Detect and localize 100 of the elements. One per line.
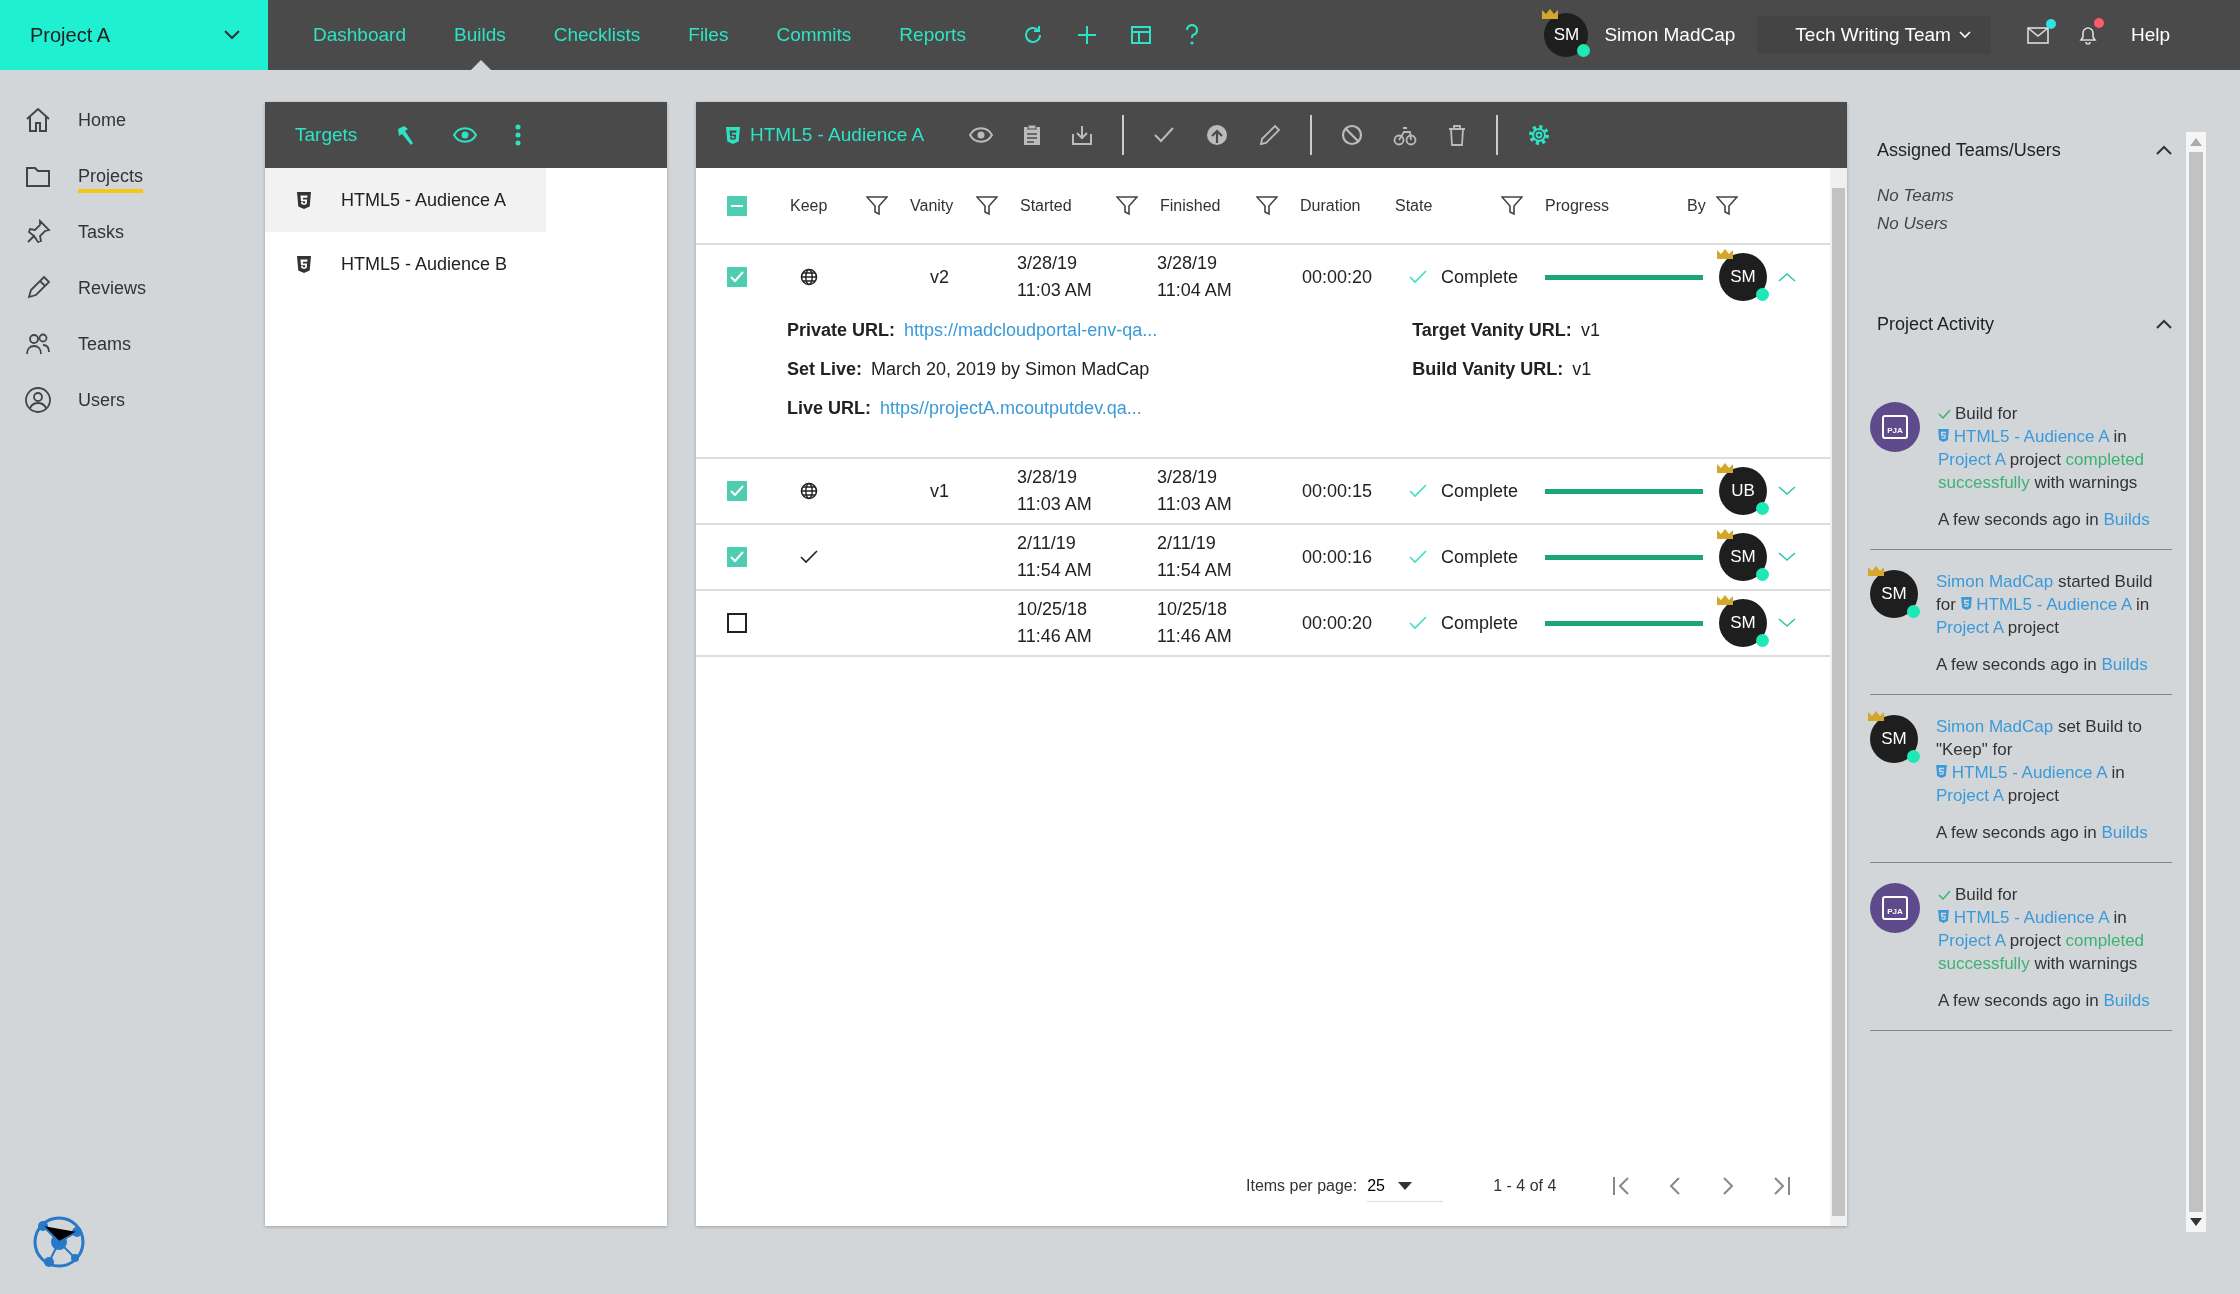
activity-time: A few seconds ago in Builds <box>1936 822 2149 844</box>
team-selector[interactable]: Tech Writing Team <box>1757 16 1991 54</box>
check-icon <box>1938 409 1951 419</box>
sidebar-item[interactable]: Projects <box>78 165 144 193</box>
duration-text: 00:00:15 <box>1302 480 1373 501</box>
project-avatar: PJA <box>1870 402 1920 452</box>
finished-cell-text: 10/25/18 11:46 AM <box>1156 598 1233 648</box>
empty-note: No Teams <box>1877 186 1955 206</box>
hammer-icon[interactable] <box>395 124 416 146</box>
finished-cell-text: 2/11/19 11:54 AM <box>1156 532 1233 582</box>
nav-tab[interactable]: Reports <box>899 0 992 70</box>
column-header: Keep <box>790 196 828 215</box>
more-icon[interactable] <box>515 124 522 146</box>
trash-icon[interactable] <box>1447 124 1468 146</box>
bicycle-icon[interactable] <box>1393 124 1418 146</box>
clipboard-icon[interactable] <box>1023 124 1042 146</box>
help-icon[interactable] <box>1183 23 1200 47</box>
nav-tab[interactable]: Files <box>688 0 755 70</box>
page-size-select[interactable]: 25 <box>1367 1170 1444 1202</box>
started-cell-text: 10/25/18 11:46 AM <box>1016 598 1093 648</box>
activity-time: A few seconds ago in Builds <box>1938 990 2151 1012</box>
keep-checkbox[interactable] <box>727 613 747 633</box>
collapse-icon[interactable] <box>2156 145 2172 155</box>
scrollbar[interactable] <box>1830 168 1847 1226</box>
column-header: Vanity <box>910 196 954 215</box>
finished-cell-text: 3/28/19 11:03 AM <box>1156 466 1233 516</box>
finished-cell-text: 3/28/19 11:04 AM <box>1156 252 1233 302</box>
html5-icon <box>1938 429 1949 442</box>
filter-icon[interactable] <box>866 195 888 216</box>
ban-icon[interactable] <box>1341 124 1364 146</box>
started-cell-text: 2/11/19 11:54 AM <box>1016 532 1093 582</box>
detail-label: Build Vanity URL: <box>1412 358 1564 380</box>
section-title: Assigned Teams/Users <box>1877 139 2061 161</box>
target-item[interactable]: HTML5 - Audience B <box>265 232 546 296</box>
caret-icon <box>1398 1181 1413 1190</box>
nav-tab[interactable]: Commits <box>776 0 878 70</box>
keep-checkbox[interactable] <box>727 547 747 567</box>
collapse-icon[interactable] <box>2156 319 2172 329</box>
sidebar-item[interactable]: Users <box>78 389 125 417</box>
check-icon <box>800 550 818 564</box>
keep-checkbox[interactable] <box>727 267 747 287</box>
sidebar-item[interactable]: Tasks <box>78 221 124 249</box>
sidebar-item[interactable]: Reviews <box>78 277 147 305</box>
column-header: Finished <box>1160 196 1221 215</box>
nav-tab[interactable]: Checklists <box>553 0 667 70</box>
activity-text: Build for HTML5 - Audience A in Project A project completed successfully with warnings <box>1938 884 2146 975</box>
globe-upload-icon[interactable] <box>1205 123 1230 147</box>
detail-value: v1 <box>1580 319 1600 341</box>
plus-icon[interactable] <box>1075 24 1098 46</box>
html5-icon <box>1938 910 1949 923</box>
layout-icon[interactable] <box>1129 24 1152 46</box>
globe-icon <box>800 482 818 500</box>
globe-icon <box>800 268 818 286</box>
started-cell-text: 3/28/19 11:03 AM <box>1016 466 1093 516</box>
project-avatar: PJA <box>1870 883 1920 933</box>
url-link[interactable]: https//projectA.mcoutputdev.qa... <box>880 397 1142 419</box>
panel-title: HTML5 - Audience A <box>750 124 925 146</box>
check-icon <box>1409 616 1427 630</box>
sidebar-icon <box>24 106 52 134</box>
eye-icon[interactable] <box>969 127 994 143</box>
help-link[interactable]: Help <box>2130 24 2170 46</box>
filter-icon[interactable] <box>1715 195 1738 216</box>
filter-icon[interactable] <box>1501 195 1523 216</box>
activity-text: Simon MadCap started Build for HTML5 - Audience A in Project A project <box>1936 571 2154 639</box>
column-header: Progress <box>1545 196 1610 215</box>
state-text: Complete <box>1441 546 1519 568</box>
column-header: By <box>1687 196 1706 215</box>
url-link[interactable]: https://madcloudportal-env-qa... <box>904 319 1158 341</box>
scrollbar[interactable] <box>2186 132 2206 1232</box>
settings-icon[interactable] <box>1527 123 1552 147</box>
check-icon[interactable] <box>1153 126 1176 144</box>
scroll-down-icon[interactable] <box>2190 1218 2202 1226</box>
filter-icon[interactable] <box>1116 195 1138 216</box>
empty-note: No Users <box>1877 214 1949 234</box>
detail-label: Set Live: <box>787 358 863 380</box>
eye-icon[interactable] <box>453 127 478 143</box>
activity-time: A few seconds ago in Builds <box>1936 654 2149 676</box>
project-selector[interactable]: Project A <box>0 0 268 70</box>
filter-icon[interactable] <box>1256 195 1278 216</box>
target-item[interactable]: HTML5 - Audience A <box>265 168 546 232</box>
filter-icon[interactable] <box>976 195 998 216</box>
select-all-checkbox[interactable] <box>727 195 747 216</box>
pencil-icon[interactable] <box>1259 124 1282 146</box>
download-icon[interactable] <box>1071 124 1094 146</box>
check-icon <box>1409 484 1427 498</box>
nav-tab[interactable]: Dashboard <box>313 0 432 70</box>
nav-tab[interactable]: Builds <box>453 0 532 70</box>
sidebar-item[interactable]: Teams <box>78 333 131 361</box>
vanity-text: v2 <box>930 266 949 287</box>
mail-icon[interactable] <box>2026 25 2051 45</box>
column-header: State <box>1395 196 1433 215</box>
page-range: 1 - 4 of 4 <box>1493 1177 1557 1195</box>
started-cell-text: 3/28/19 11:03 AM <box>1016 252 1093 302</box>
sidebar-item[interactable]: Home <box>78 109 126 137</box>
check-icon <box>1409 270 1427 284</box>
html5-icon <box>297 255 311 273</box>
duration-text: 00:00:16 <box>1302 546 1373 567</box>
panel-title: Targets <box>295 124 358 146</box>
keep-checkbox[interactable] <box>727 481 747 501</box>
vanity-text: v1 <box>930 480 949 501</box>
